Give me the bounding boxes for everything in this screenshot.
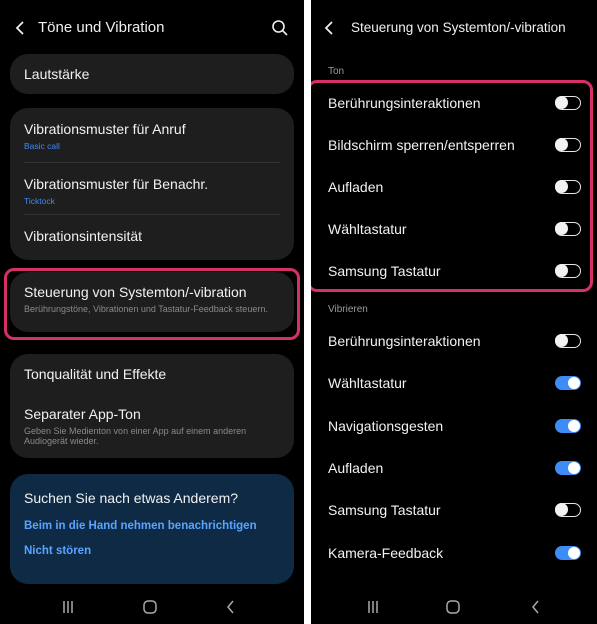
vibration-card: Vibrationsmuster für Anruf Basic call Vi… bbox=[10, 108, 294, 260]
toggle-knob bbox=[555, 334, 568, 347]
vibration-section-label: Vibrieren bbox=[328, 304, 368, 315]
toggle-knob bbox=[568, 377, 580, 390]
back-icon[interactable] bbox=[12, 19, 30, 37]
toggle-switch[interactable] bbox=[555, 376, 581, 391]
search-icon[interactable] bbox=[270, 18, 290, 38]
notification-vibration-item[interactable]: Vibrationsmuster für Benachr. Ticktock bbox=[24, 176, 280, 206]
nav-back-icon[interactable] bbox=[526, 597, 546, 617]
toggle-knob bbox=[555, 96, 568, 109]
app-bar: Steuerung von Systemton/-vibration bbox=[311, 10, 597, 46]
sound-vibration-screen: Töne und Vibration Lautstärke Vibrations… bbox=[0, 0, 304, 624]
toggle-label: Bildschirm sperren/entsperren bbox=[328, 137, 515, 153]
toggle-row[interactable]: Berührungsinteraktionen bbox=[328, 93, 587, 113]
app-bar: Töne und Vibration bbox=[0, 10, 304, 46]
toggle-row[interactable]: Bildschirm sperren/entsperren bbox=[328, 135, 587, 155]
toggle-row[interactable]: Samsung Tastatur bbox=[328, 500, 587, 520]
toggle-knob bbox=[555, 503, 568, 517]
toggle-switch[interactable] bbox=[555, 222, 581, 236]
page-title: Töne und Vibration bbox=[38, 19, 165, 36]
system-sound-screen: Steuerung von Systemton/-vibration Ton B… bbox=[311, 0, 597, 624]
vibration-intensity-item[interactable]: Vibrationsintensität bbox=[24, 228, 280, 245]
toggle-row[interactable]: Berührungsinteraktionen bbox=[328, 331, 587, 351]
toggle-label: Berührungsinteraktionen bbox=[328, 333, 481, 349]
item-title: Separater App-Ton bbox=[24, 406, 141, 422]
toggle-row[interactable]: Wähltastatur bbox=[328, 373, 587, 393]
recent-apps-icon[interactable] bbox=[363, 597, 383, 617]
toggle-label: Wähltastatur bbox=[328, 375, 407, 392]
toggle-row[interactable]: Aufladen bbox=[328, 177, 587, 197]
toggle-knob bbox=[555, 138, 568, 151]
toggle-knob bbox=[555, 180, 568, 193]
toggle-switch[interactable] bbox=[555, 96, 581, 110]
toggle-row[interactable]: Samsung Tastatur bbox=[328, 261, 587, 281]
home-icon[interactable] bbox=[443, 597, 463, 617]
suggestion-link[interactable]: Beim in die Hand nehmen benachrichtigen bbox=[24, 520, 257, 532]
toggle-knob bbox=[555, 222, 568, 235]
toggle-row[interactable]: Aufladen bbox=[328, 458, 587, 478]
system-sound-card[interactable]: Steuerung von Systemton/-vibration Berüh… bbox=[10, 272, 294, 332]
toggle-label: Aufladen bbox=[328, 179, 384, 195]
item-title: Steuerung von Systemton/-vibration bbox=[24, 284, 247, 300]
item-title: Vibrationsmuster für Anruf bbox=[24, 121, 186, 137]
system-sound-item[interactable]: Steuerung von Systemton/-vibration Berüh… bbox=[24, 284, 280, 314]
toggle-switch[interactable] bbox=[555, 545, 581, 560]
home-icon[interactable] bbox=[140, 597, 160, 617]
toggle-row[interactable]: Kamera-Feedback bbox=[328, 543, 587, 563]
toggle-switch[interactable] bbox=[555, 264, 581, 278]
quality-card: Tonqualität und Effekte Separater App-To… bbox=[10, 354, 294, 458]
volume-card[interactable]: Lautstärke bbox=[10, 54, 294, 94]
navigation-bar bbox=[311, 590, 597, 624]
sound-quality-item[interactable]: Tonqualität und Effekte bbox=[24, 366, 280, 383]
toggle-switch[interactable] bbox=[555, 334, 581, 348]
volume-label: Lautstärke bbox=[24, 66, 90, 82]
list-item[interactable]: Lautstärke bbox=[24, 66, 280, 83]
nav-back-icon[interactable] bbox=[221, 597, 241, 617]
separate-app-sound-item[interactable]: Separater App-Ton Geben Sie Medienton vo… bbox=[24, 406, 280, 446]
toggle-switch[interactable] bbox=[555, 418, 581, 433]
item-subtitle: Basic call bbox=[24, 141, 60, 151]
toggle-knob bbox=[568, 546, 580, 559]
toggle-label: Wähltastatur bbox=[328, 221, 407, 237]
toggle-knob bbox=[555, 264, 568, 277]
toggle-label: Berührungsinteraktionen bbox=[328, 95, 481, 111]
call-vibration-item[interactable]: Vibrationsmuster für Anruf Basic call bbox=[24, 121, 280, 151]
item-subtitle: Berührungstöne, Vibrationen und Tastatur… bbox=[24, 304, 268, 314]
recent-apps-icon[interactable] bbox=[58, 597, 78, 617]
page-title: Steuerung von Systemton/-vibration bbox=[351, 20, 566, 35]
toggle-knob bbox=[568, 419, 580, 432]
divider bbox=[24, 214, 280, 215]
toggle-label: Samsung Tastatur bbox=[328, 263, 441, 279]
suggestion-link[interactable]: Nicht stören bbox=[24, 545, 91, 557]
item-subtitle: Geben Sie Medienton von einer App auf ei… bbox=[24, 426, 247, 446]
item-title: Vibrationsintensität bbox=[24, 228, 143, 244]
toggle-label: Samsung Tastatur bbox=[328, 502, 441, 519]
navigation-bar bbox=[0, 590, 304, 624]
toggle-switch[interactable] bbox=[555, 460, 581, 475]
toggle-knob bbox=[568, 461, 580, 474]
toggle-label: Navigationsgesten bbox=[328, 417, 444, 434]
toggle-switch[interactable] bbox=[555, 503, 581, 518]
toggle-label: Kamera-Feedback bbox=[328, 544, 444, 561]
toggle-switch[interactable] bbox=[555, 180, 581, 194]
toggle-row[interactable]: Wähltastatur bbox=[328, 219, 587, 239]
toggle-label: Aufladen bbox=[328, 459, 384, 476]
sound-section-label: Ton bbox=[328, 66, 345, 77]
suggestion-card: Suchen Sie nach etwas Anderem? Beim in d… bbox=[10, 474, 294, 584]
item-title: Tonqualität und Effekte bbox=[24, 366, 167, 382]
suggestion-heading: Suchen Sie nach etwas Anderem? bbox=[24, 490, 239, 506]
back-icon[interactable] bbox=[321, 19, 339, 37]
item-title: Vibrationsmuster für Benachr. bbox=[24, 176, 209, 192]
toggle-switch[interactable] bbox=[555, 138, 581, 152]
divider bbox=[24, 162, 280, 163]
toggle-row[interactable]: Navigationsgesten bbox=[328, 416, 587, 436]
item-subtitle: Ticktock bbox=[24, 196, 55, 206]
